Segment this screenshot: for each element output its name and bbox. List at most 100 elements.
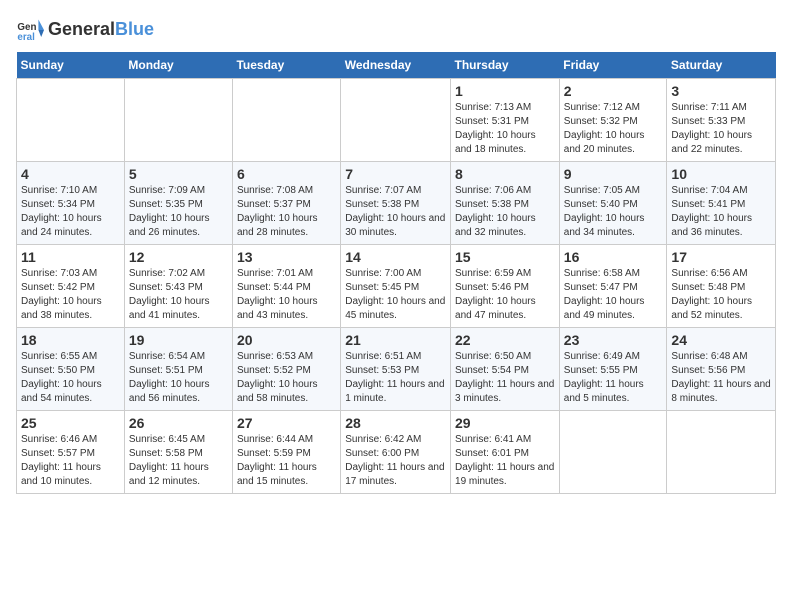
day-cell: 17 Sunrise: 6:56 AMSunset: 5:48 PMDayligh… <box>667 245 776 328</box>
week-row-2: 4 Sunrise: 7:10 AMSunset: 5:34 PMDaylight… <box>17 162 776 245</box>
day-info: Sunrise: 6:58 AMSunset: 5:47 PMDaylight:… <box>564 267 663 323</box>
day-cell: 23Sunrise: 6:49 AMSunset: 5:55 PMDayligh… <box>559 328 667 411</box>
day-number: 18 <box>21 332 120 348</box>
day-number: 8 <box>455 166 555 182</box>
day-info: Sunrise: 6:51 AMSunset: 5:53 PMDaylight:… <box>345 350 446 406</box>
logo-icon: Gen eral <box>16 16 44 44</box>
day-number: 2 <box>564 83 663 99</box>
day-cell: 7 Sunrise: 7:07 AMSunset: 5:38 PMDaylight… <box>341 162 451 245</box>
day-info: Sunrise: 7:04 AMSunset: 5:41 PMDaylight:… <box>671 184 771 240</box>
page-header: Gen eral GeneralBlue <box>16 16 776 44</box>
calendar-table: SundayMondayTuesdayWednesdayThursdayFrid… <box>16 52 776 494</box>
day-cell: 5 Sunrise: 7:09 AMSunset: 5:35 PMDaylight… <box>124 162 232 245</box>
day-number: 13 <box>237 249 336 265</box>
day-cell: 28 Sunrise: 6:42 AMSunset: 6:00 PMDayligh… <box>341 411 451 494</box>
day-cell: 6 Sunrise: 7:08 AMSunset: 5:37 PMDaylight… <box>232 162 340 245</box>
day-header-monday: Monday <box>124 52 232 79</box>
day-info: Sunrise: 7:00 AMSunset: 5:45 PMDaylight:… <box>345 267 446 323</box>
day-number: 9 <box>564 166 663 182</box>
day-cell: 29Sunrise: 6:41 AMSunset: 6:01 PMDayligh… <box>451 411 560 494</box>
day-number: 4 <box>21 166 120 182</box>
day-number: 12 <box>129 249 228 265</box>
day-cell: 12 Sunrise: 7:02 AMSunset: 5:43 PMDayligh… <box>124 245 232 328</box>
header-row: SundayMondayTuesdayWednesdayThursdayFrid… <box>17 52 776 79</box>
day-number: 17 <box>671 249 771 265</box>
day-number: 7 <box>345 166 446 182</box>
day-info: Sunrise: 6:41 AMSunset: 6:01 PMDaylight:… <box>455 433 555 489</box>
day-number: 16 <box>564 249 663 265</box>
day-cell: 25 Sunrise: 6:46 AMSunset: 5:57 PMDayligh… <box>17 411 125 494</box>
day-info: Sunrise: 6:44 AMSunset: 5:59 PMDaylight:… <box>237 433 336 489</box>
day-info: Sunrise: 6:46 AMSunset: 5:57 PMDaylight:… <box>21 433 120 489</box>
day-info: Sunrise: 7:09 AMSunset: 5:35 PMDaylight:… <box>129 184 228 240</box>
day-cell: 9 Sunrise: 7:05 AMSunset: 5:40 PMDaylight… <box>559 162 667 245</box>
day-number: 14 <box>345 249 446 265</box>
day-number: 11 <box>21 249 120 265</box>
week-row-4: 18 Sunrise: 6:55 AMSunset: 5:50 PMDayligh… <box>17 328 776 411</box>
day-info: Sunrise: 7:02 AMSunset: 5:43 PMDaylight:… <box>129 267 228 323</box>
day-number: 28 <box>345 415 446 431</box>
day-cell: 20 Sunrise: 6:53 AMSunset: 5:52 PMDayligh… <box>232 328 340 411</box>
day-number: 20 <box>237 332 336 348</box>
day-number: 26 <box>129 415 228 431</box>
day-info: Sunrise: 7:12 AMSunset: 5:32 PMDaylight:… <box>564 101 663 157</box>
day-header-wednesday: Wednesday <box>341 52 451 79</box>
week-row-3: 11 Sunrise: 7:03 AMSunset: 5:42 PMDayligh… <box>17 245 776 328</box>
day-info: Sunrise: 7:01 AMSunset: 5:44 PMDaylight:… <box>237 267 336 323</box>
day-info: Sunrise: 7:05 AMSunset: 5:40 PMDaylight:… <box>564 184 663 240</box>
day-number: 21 <box>345 332 446 348</box>
day-info: Sunrise: 7:08 AMSunset: 5:37 PMDaylight:… <box>237 184 336 240</box>
day-cell: 2 Sunrise: 7:12 AMSunset: 5:32 PMDaylight… <box>559 79 667 162</box>
day-cell: 27 Sunrise: 6:44 AMSunset: 5:59 PMDayligh… <box>232 411 340 494</box>
day-number: 25 <box>21 415 120 431</box>
day-number: 10 <box>671 166 771 182</box>
day-info: Sunrise: 7:06 AMSunset: 5:38 PMDaylight:… <box>455 184 555 240</box>
day-cell: 15 Sunrise: 6:59 AMSunset: 5:46 PMDayligh… <box>451 245 560 328</box>
day-info: Sunrise: 6:49 AMSunset: 5:55 PMDaylight:… <box>564 350 663 406</box>
day-info: Sunrise: 7:13 AMSunset: 5:31 PMDaylight:… <box>455 101 555 157</box>
day-header-saturday: Saturday <box>667 52 776 79</box>
day-cell: 4 Sunrise: 7:10 AMSunset: 5:34 PMDaylight… <box>17 162 125 245</box>
day-header-sunday: Sunday <box>17 52 125 79</box>
logo-text: GeneralBlue <box>48 20 154 40</box>
day-info: Sunrise: 6:48 AMSunset: 5:56 PMDaylight:… <box>671 350 771 406</box>
day-cell <box>17 79 125 162</box>
week-row-1: 1Sunrise: 7:13 AMSunset: 5:31 PMDaylight… <box>17 79 776 162</box>
day-info: Sunrise: 7:07 AMSunset: 5:38 PMDaylight:… <box>345 184 446 240</box>
day-info: Sunrise: 6:42 AMSunset: 6:00 PMDaylight:… <box>345 433 446 489</box>
day-number: 15 <box>455 249 555 265</box>
day-number: 22 <box>455 332 555 348</box>
day-info: Sunrise: 6:53 AMSunset: 5:52 PMDaylight:… <box>237 350 336 406</box>
day-cell: 10 Sunrise: 7:04 AMSunset: 5:41 PMDayligh… <box>667 162 776 245</box>
day-info: Sunrise: 6:56 AMSunset: 5:48 PMDaylight:… <box>671 267 771 323</box>
day-number: 27 <box>237 415 336 431</box>
day-cell: 1Sunrise: 7:13 AMSunset: 5:31 PMDaylight… <box>451 79 560 162</box>
day-info: Sunrise: 6:50 AMSunset: 5:54 PMDaylight:… <box>455 350 555 406</box>
logo: Gen eral GeneralBlue <box>16 16 154 44</box>
day-cell: 19 Sunrise: 6:54 AMSunset: 5:51 PMDayligh… <box>124 328 232 411</box>
day-cell: 21 Sunrise: 6:51 AMSunset: 5:53 PMDayligh… <box>341 328 451 411</box>
day-number: 19 <box>129 332 228 348</box>
day-cell: 3 Sunrise: 7:11 AMSunset: 5:33 PMDaylight… <box>667 79 776 162</box>
day-number: 3 <box>671 83 771 99</box>
day-number: 5 <box>129 166 228 182</box>
logo-wordmark: GeneralBlue <box>48 20 154 40</box>
day-cell: 26 Sunrise: 6:45 AMSunset: 5:58 PMDayligh… <box>124 411 232 494</box>
day-info: Sunrise: 7:10 AMSunset: 5:34 PMDaylight:… <box>21 184 120 240</box>
day-cell: 11 Sunrise: 7:03 AMSunset: 5:42 PMDayligh… <box>17 245 125 328</box>
day-info: Sunrise: 6:54 AMSunset: 5:51 PMDaylight:… <box>129 350 228 406</box>
day-number: 6 <box>237 166 336 182</box>
day-number: 24 <box>671 332 771 348</box>
day-header-friday: Friday <box>559 52 667 79</box>
day-cell: 24 Sunrise: 6:48 AMSunset: 5:56 PMDayligh… <box>667 328 776 411</box>
day-cell: 22 Sunrise: 6:50 AMSunset: 5:54 PMDayligh… <box>451 328 560 411</box>
day-cell: 13 Sunrise: 7:01 AMSunset: 5:44 PMDayligh… <box>232 245 340 328</box>
day-info: Sunrise: 6:45 AMSunset: 5:58 PMDaylight:… <box>129 433 228 489</box>
day-info: Sunrise: 6:55 AMSunset: 5:50 PMDaylight:… <box>21 350 120 406</box>
day-cell <box>559 411 667 494</box>
day-info: Sunrise: 6:59 AMSunset: 5:46 PMDaylight:… <box>455 267 555 323</box>
day-info: Sunrise: 7:03 AMSunset: 5:42 PMDaylight:… <box>21 267 120 323</box>
day-info: Sunrise: 7:11 AMSunset: 5:33 PMDaylight:… <box>671 101 771 157</box>
week-row-5: 25 Sunrise: 6:46 AMSunset: 5:57 PMDayligh… <box>17 411 776 494</box>
day-cell: 16 Sunrise: 6:58 AMSunset: 5:47 PMDayligh… <box>559 245 667 328</box>
